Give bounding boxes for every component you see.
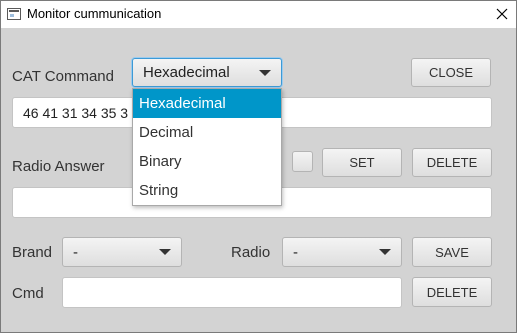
chevron-down-icon	[159, 249, 171, 255]
set-checkbox[interactable]	[292, 151, 313, 172]
set-button[interactable]: SET	[322, 148, 402, 177]
radio-select[interactable]: -	[282, 237, 402, 267]
cat-command-value: 46 41 31 34 35 3	[23, 104, 129, 121]
window-title: Monitor cummunication	[27, 6, 162, 21]
radio-answer-label: Radio Answer	[12, 158, 105, 175]
format-dropdown-list: Hexadecimal Decimal Binary String	[132, 88, 282, 206]
brand-select[interactable]: -	[62, 237, 182, 267]
delete-answer-button[interactable]: DELETE	[412, 148, 492, 177]
format-option-string[interactable]: String	[133, 176, 281, 205]
title-bar: Monitor cummunication	[1, 1, 516, 28]
close-button[interactable]: CLOSE	[411, 58, 491, 87]
window-close-button[interactable]	[489, 3, 515, 25]
cmd-label: Cmd	[12, 285, 44, 302]
format-select[interactable]: Hexadecimal	[132, 58, 282, 87]
format-select-value: Hexadecimal	[143, 64, 230, 81]
cat-command-label: CAT Command	[12, 68, 114, 85]
format-option-binary[interactable]: Binary	[133, 147, 281, 176]
radio-label: Radio	[231, 244, 271, 261]
format-option-hexadecimal[interactable]: Hexadecimal	[133, 89, 281, 118]
chevron-down-icon	[259, 69, 271, 76]
radio-select-value: -	[293, 243, 298, 261]
brand-label: Brand	[12, 244, 53, 261]
save-button[interactable]: SAVE	[412, 237, 492, 267]
format-option-decimal[interactable]: Decimal	[133, 118, 281, 147]
app-icon	[7, 8, 21, 20]
cmd-input[interactable]	[62, 277, 402, 308]
close-icon	[496, 8, 508, 20]
chevron-down-icon	[379, 249, 391, 255]
delete-cmd-button[interactable]: DELETE	[412, 277, 492, 307]
brand-select-value: -	[73, 243, 78, 261]
monitor-window: Monitor cummunication CAT Command Hexade…	[0, 0, 517, 333]
